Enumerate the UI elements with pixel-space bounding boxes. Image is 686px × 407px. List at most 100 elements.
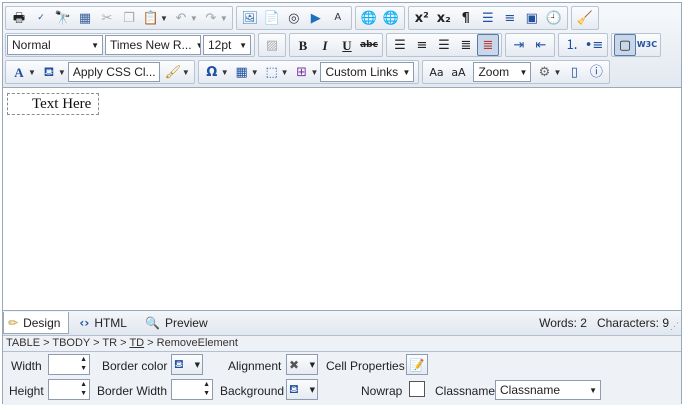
toolbar-group-align: ☰ ≡ ☰ ≣ ≣ (386, 33, 502, 57)
print-icon[interactable]: 🖶 (8, 7, 30, 29)
numbered-list-icon[interactable]: ⒈ (561, 34, 583, 56)
help-icon[interactable]: ⓘ (585, 61, 607, 83)
chevron-down-icon[interactable]: ▼ (28, 68, 36, 77)
format-painter-icon[interactable]: 🖌 (162, 61, 184, 83)
tab-preview[interactable]: 🔍 Preview (141, 312, 216, 334)
insert-symbol-icon[interactable]: ☰ (477, 7, 499, 29)
border-width-spinner[interactable]: ▲ ▼ (171, 379, 213, 400)
chevron-down-icon[interactable]: ▼ (251, 68, 259, 77)
font-size-dropdown[interactable]: 12pt ▼ (203, 35, 251, 55)
justify-icon[interactable]: ≣ (455, 34, 477, 56)
superscript-icon[interactable]: x² (411, 7, 433, 29)
path-item-remove-element[interactable]: RemoveElement (157, 337, 238, 349)
font-name-dropdown[interactable]: Times New R... ▼ (105, 35, 201, 55)
alignment-picker[interactable]: ✖ ▼ (286, 354, 318, 375)
template-manager-icon[interactable]: A (327, 7, 349, 29)
chevron-down-icon[interactable]: ▼ (281, 68, 289, 77)
copy-icon[interactable]: ❐ (118, 7, 140, 29)
underline-icon[interactable]: U (336, 34, 358, 56)
tab-design[interactable]: ✏ Design (3, 312, 70, 334)
image-manager-icon[interactable]: 🖼 (239, 7, 261, 29)
module-manager-icon[interactable]: ⚙ (533, 61, 555, 83)
classname-dropdown[interactable]: Classname ▼ (495, 380, 601, 400)
border-color-picker[interactable]: ⛾ ▼ (171, 354, 203, 375)
cut-icon[interactable]: ✂ (96, 7, 118, 29)
spin-down-icon[interactable]: ▼ (80, 390, 87, 398)
spin-up-icon[interactable]: ▲ (80, 381, 87, 389)
path-item-tbody[interactable]: TBODY (52, 337, 90, 349)
chevron-down-icon[interactable]: ▼ (190, 14, 198, 23)
convert-to-upper-icon[interactable]: Aa (425, 61, 447, 83)
format-stripper-icon[interactable]: 🧹 (574, 7, 596, 29)
find-icon[interactable]: 🔭 (52, 7, 74, 29)
align-right-icon[interactable]: ☰ (433, 34, 455, 56)
spin-up-icon[interactable]: ▲ (203, 381, 210, 389)
chevron-down-icon[interactable]: ▼ (182, 68, 190, 77)
chevron-down-icon[interactable]: ▼ (220, 14, 228, 23)
chevron-down-icon[interactable]: ▼ (221, 68, 229, 77)
custom-links-dropdown[interactable]: Custom Links ▼ (320, 62, 415, 82)
convert-to-lower-icon[interactable]: aA (447, 61, 469, 83)
indent-icon[interactable]: ⇥ (508, 34, 530, 56)
spin-down-icon[interactable]: ▼ (203, 390, 210, 398)
height-spinner[interactable]: ▲ ▼ (48, 379, 90, 400)
align-none-icon[interactable]: ≣ (477, 34, 499, 56)
paste-icon[interactable]: 📋 (140, 7, 162, 29)
apply-css-class-dropdown[interactable]: Apply CSS Cl...▼ (67, 62, 160, 82)
flash-manager-icon[interactable]: ◎ (283, 7, 305, 29)
document-manager-icon[interactable]: 📄 (261, 7, 283, 29)
bulleted-list-icon[interactable]: •≡ (583, 34, 605, 56)
chevron-down-icon[interactable]: ▼ (311, 68, 319, 77)
chevron-down-icon[interactable]: ▼ (160, 14, 168, 23)
background-color-picker[interactable]: ⛾ ▼ (286, 379, 318, 400)
media-manager-icon[interactable]: ▶ (305, 7, 327, 29)
chevron-down-icon[interactable]: ▼ (553, 68, 561, 77)
insert-date-icon[interactable]: 🕘 (543, 7, 565, 29)
resize-grip-icon[interactable]: ⋰ (670, 321, 679, 332)
spellcheck-icon[interactable]: ✓ (30, 7, 52, 29)
cell-properties-button[interactable]: 📝 (406, 354, 428, 375)
italic-icon[interactable]: I (314, 34, 336, 56)
strikethrough-icon[interactable]: abc (358, 34, 380, 56)
tab-html[interactable]: ‹› HTML (75, 312, 135, 334)
width-spinner[interactable]: ▲ ▼ (48, 354, 90, 375)
insert-paragraph-icon[interactable]: ¶ (455, 7, 477, 29)
insert-table-icon[interactable]: ▦ (231, 61, 253, 83)
back-color-icon[interactable]: ⛾ (38, 61, 60, 83)
format-block-icon[interactable]: ≡ (499, 7, 521, 29)
bold-icon[interactable]: B (292, 34, 314, 56)
undo-icon[interactable]: ↶ (170, 7, 192, 29)
hyperlink-icon[interactable]: 🌐 (358, 7, 380, 29)
paragraph-style-dropdown[interactable]: Normal ▼ (7, 35, 103, 55)
table-border-icon[interactable]: ▨ (261, 34, 283, 56)
path-item-td[interactable]: TD (129, 337, 144, 349)
editor-content-area[interactable]: Text Here (3, 87, 681, 311)
insert-form-element-icon[interactable]: ⬚ (261, 61, 283, 83)
nowrap-checkbox[interactable] (409, 381, 425, 397)
insert-symbol-omega-icon[interactable]: Ω (201, 61, 223, 83)
toolbar-group-links: 🌐 🌐 (354, 6, 405, 30)
chevron-down-icon[interactable]: ▼ (58, 68, 66, 77)
spin-up-icon[interactable]: ▲ (80, 356, 87, 364)
toggle-table-borders-icon[interactable]: ▢ (614, 34, 636, 56)
align-left-icon[interactable]: ☰ (389, 34, 411, 56)
select-all-icon[interactable]: ▦ (74, 7, 96, 29)
chevron-down-icon: ▼ (196, 41, 200, 50)
css-class-value: Apply CSS Cl... (72, 65, 156, 79)
fore-color-icon[interactable]: A (8, 61, 30, 83)
table-cell[interactable]: Text Here (7, 93, 99, 115)
toggle-fullscreen-icon[interactable]: ▯ (563, 61, 585, 83)
align-center-icon[interactable]: ≡ (411, 34, 433, 56)
xhtml-validator-icon[interactable]: W3C (636, 34, 658, 56)
insert-snippet-icon[interactable]: ▣ (521, 7, 543, 29)
path-item-table[interactable]: TABLE (6, 337, 40, 349)
remove-link-icon[interactable]: 🌐 (380, 7, 402, 29)
subscript-icon[interactable]: x₂ (433, 7, 455, 29)
spin-down-icon[interactable]: ▼ (80, 365, 87, 373)
zoom-dropdown[interactable]: Zoom ▼ (473, 62, 532, 82)
chevron-down-icon: ▼ (309, 385, 315, 394)
path-item-tr[interactable]: TR (102, 337, 117, 349)
redo-icon[interactable]: ↷ (200, 7, 222, 29)
outdent-icon[interactable]: ⇤ (530, 34, 552, 56)
insert-custom-link-icon[interactable]: ⊞ (291, 61, 313, 83)
